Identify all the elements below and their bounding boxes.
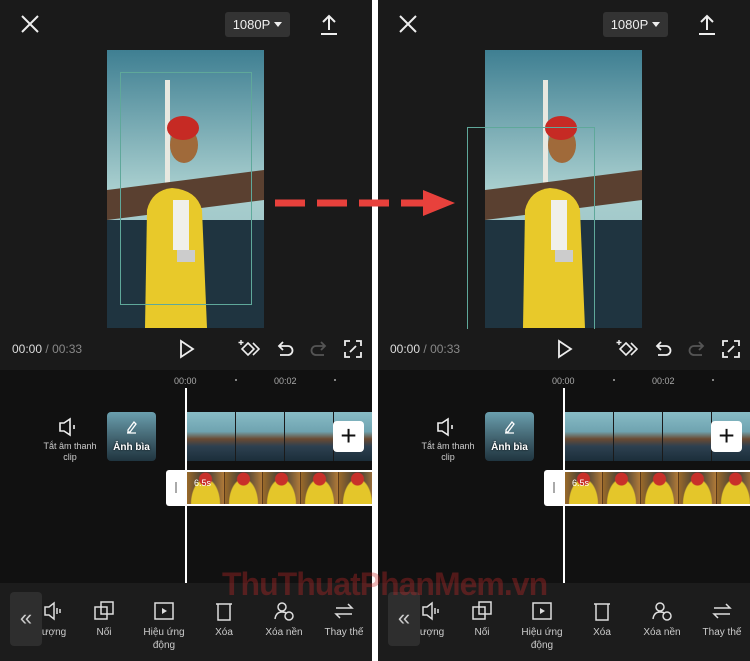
overlay-icon <box>94 601 114 620</box>
time-display: 00:00 / 00:33 <box>12 342 83 356</box>
tool-remove-background[interactable]: Xóa nền <box>252 600 316 639</box>
edit-icon <box>505 421 515 434</box>
edit-icon <box>127 421 137 434</box>
export-icon[interactable] <box>318 12 340 36</box>
close-icon[interactable] <box>396 12 420 36</box>
caret-down-icon <box>652 22 661 27</box>
overlay-video-track[interactable] <box>565 470 750 506</box>
speaker-icon[interactable] <box>434 417 458 437</box>
tool-replace[interactable]: Thay thế <box>690 600 750 639</box>
ruler-tick <box>334 379 336 381</box>
playhead[interactable] <box>563 388 565 583</box>
overlay-video-track[interactable] <box>187 470 372 506</box>
cover-label: Ảnh bìa <box>113 442 150 453</box>
tool-replace[interactable]: Thay thế <box>312 600 372 639</box>
tool-animation[interactable]: Hiệu ứng động <box>132 600 196 652</box>
editor-panel-after: 1080P 00:00 / 00:33 00:00 00:02 Tắt âm t… <box>378 0 750 661</box>
caret-down-icon <box>274 22 283 27</box>
ruler-label: 00:00 <box>552 376 575 386</box>
ruler-label: 00:02 <box>652 376 675 386</box>
editor-panel-before: 1080P 00:00 / 00:33 00:00 00:02 Tắt âm t… <box>0 0 372 661</box>
undo-icon[interactable] <box>274 338 296 360</box>
playhead[interactable] <box>185 388 187 583</box>
trim-handle[interactable] <box>544 470 565 506</box>
redo-icon[interactable] <box>686 338 708 360</box>
overlay-icon <box>472 601 492 620</box>
replace-icon <box>712 603 732 619</box>
resolution-dropdown[interactable]: 1080P <box>603 12 668 37</box>
tool-remove-background[interactable]: Xóa nền <box>630 600 694 639</box>
time-display: 00:00 / 00:33 <box>390 342 461 356</box>
resolution-label: 1080P <box>610 17 649 32</box>
cover-button[interactable]: Ảnh bìa <box>485 412 534 461</box>
resolution-label: 1080P <box>232 17 271 32</box>
volume-icon <box>44 601 61 621</box>
cover-label: Ảnh bìa <box>491 442 528 453</box>
divider <box>372 0 378 661</box>
remove-background-icon <box>274 602 294 621</box>
collapse-toolbar-button[interactable]: « <box>10 592 42 646</box>
trash-icon <box>216 603 232 621</box>
clip-duration: 6.5s <box>194 478 212 488</box>
close-icon[interactable] <box>18 12 42 36</box>
tool-overlay[interactable]: Nối <box>72 600 136 639</box>
add-clip-button[interactable]: + <box>711 421 742 452</box>
tool-overlay[interactable]: Nối <box>450 600 514 639</box>
trim-handle[interactable] <box>166 470 187 506</box>
animation-icon <box>154 602 174 620</box>
undo-icon[interactable] <box>652 338 674 360</box>
play-icon[interactable] <box>553 338 575 360</box>
transition-arrow-icon <box>275 190 455 216</box>
ruler-label: 00:00 <box>174 376 197 386</box>
keyframe-icon[interactable] <box>616 338 638 360</box>
export-icon[interactable] <box>696 12 718 36</box>
tool-delete[interactable]: Xóa <box>570 600 634 639</box>
ruler-tick <box>235 379 237 381</box>
fullscreen-icon[interactable] <box>720 338 742 360</box>
tool-animation[interactable]: Hiệu ứng động <box>510 600 574 652</box>
ruler-tick <box>712 379 714 381</box>
trash-icon <box>594 603 610 621</box>
play-icon[interactable] <box>175 338 197 360</box>
resolution-dropdown[interactable]: 1080P <box>225 12 290 37</box>
cover-button[interactable]: Ảnh bìa <box>107 412 156 461</box>
watermark: ThuThuatPhanMem.vn <box>222 566 548 602</box>
remove-background-icon <box>652 602 672 621</box>
mute-clip-label[interactable]: Tắt âm thanh clip <box>418 441 478 463</box>
crop-frame[interactable] <box>467 127 595 329</box>
redo-icon[interactable] <box>308 338 330 360</box>
clip-duration: 6.5s <box>572 478 590 488</box>
volume-icon <box>422 601 439 621</box>
add-clip-button[interactable]: + <box>333 421 364 452</box>
speaker-icon[interactable] <box>56 417 80 437</box>
ruler-tick <box>613 379 615 381</box>
fullscreen-icon[interactable] <box>342 338 364 360</box>
keyframe-icon[interactable] <box>238 338 260 360</box>
ruler-label: 00:02 <box>274 376 297 386</box>
replace-icon <box>334 603 354 619</box>
animation-icon <box>532 602 552 620</box>
tool-delete[interactable]: Xóa <box>192 600 256 639</box>
mute-clip-label[interactable]: Tắt âm thanh clip <box>40 441 100 463</box>
crop-frame[interactable] <box>120 72 252 305</box>
